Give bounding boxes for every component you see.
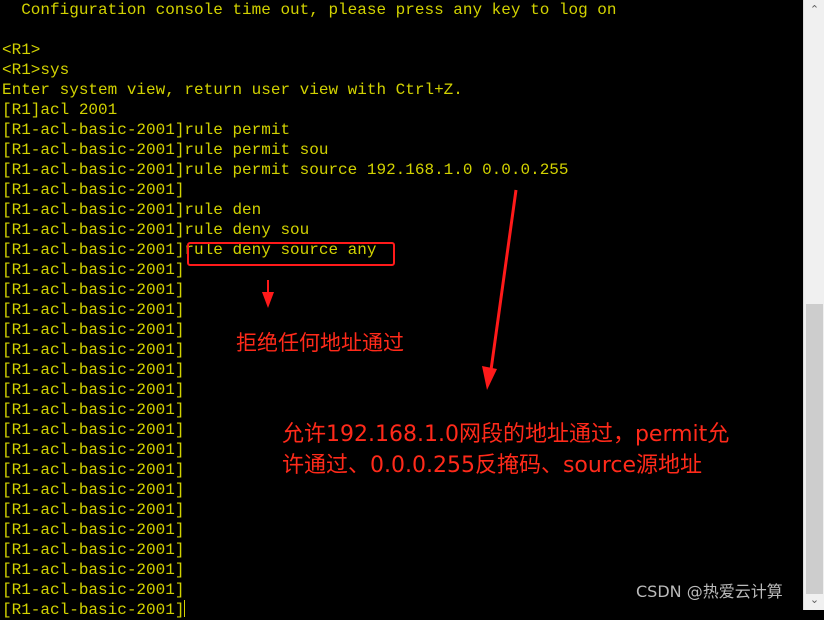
arrow-to-permit-note bbox=[482, 189, 518, 390]
chevron-down-icon[interactable]: ⌄ bbox=[804, 592, 824, 608]
chevron-up-icon[interactable]: ⌃ bbox=[804, 2, 824, 18]
watermark: CSDN @热爱云计算 bbox=[636, 582, 783, 601]
annotation-arrows bbox=[262, 189, 518, 390]
permit-annotation-line2: 许通过、0.0.0.255反掩码、source源地址 bbox=[282, 453, 703, 478]
vertical-scrollbar[interactable]: ⌃ ⌄ bbox=[803, 0, 824, 610]
deny-annotation: 拒绝任何地址通过 bbox=[236, 331, 404, 355]
arrow-to-deny-note bbox=[262, 280, 274, 308]
permit-annotation-line1: 允许192.168.1.0网段的地址通过，permit允 bbox=[282, 422, 730, 447]
scrollbar-thumb[interactable] bbox=[806, 304, 823, 594]
